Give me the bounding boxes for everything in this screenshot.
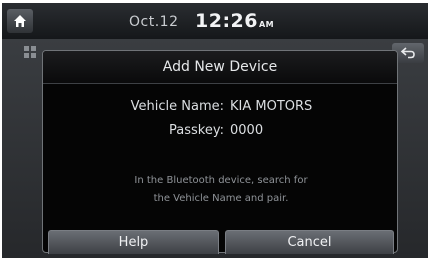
- add-new-device-dialog: Add New Device Vehicle Name: KIA MOTORS …: [42, 50, 398, 254]
- grid-menu-icon[interactable]: [24, 46, 36, 58]
- message-line-1: In the Bluetooth device, search for: [134, 175, 308, 186]
- vehicle-name-value: KIA MOTORS: [230, 99, 313, 114]
- status-bar: Oct.12 12:26AM: [2, 3, 428, 39]
- home-button[interactable]: [7, 9, 33, 33]
- help-button[interactable]: Help: [48, 230, 219, 254]
- passkey-label: Passkey:: [169, 123, 224, 138]
- vehicle-name-label: Vehicle Name:: [130, 99, 224, 114]
- back-arrow-icon: [400, 47, 415, 59]
- clock-time: 12:26: [195, 10, 258, 32]
- message-line-2: the Vehicle Name and pair.: [153, 193, 289, 204]
- cancel-button[interactable]: Cancel: [225, 230, 394, 254]
- home-icon: [14, 15, 26, 27]
- head-unit-screen: Oct.12 12:26AM Add New Device Vehicle Na…: [2, 3, 428, 258]
- date-display: Oct.12: [129, 14, 179, 30]
- clock-display: 12:26AM: [195, 10, 274, 32]
- clock-ampm: AM: [258, 20, 275, 29]
- dialog-header: Add New Device: [43, 51, 397, 84]
- pairing-message: In the Bluetooth device, search for the …: [63, 172, 379, 208]
- passkey-value: 0000: [230, 123, 264, 138]
- dialog-title: Add New Device: [162, 59, 278, 75]
